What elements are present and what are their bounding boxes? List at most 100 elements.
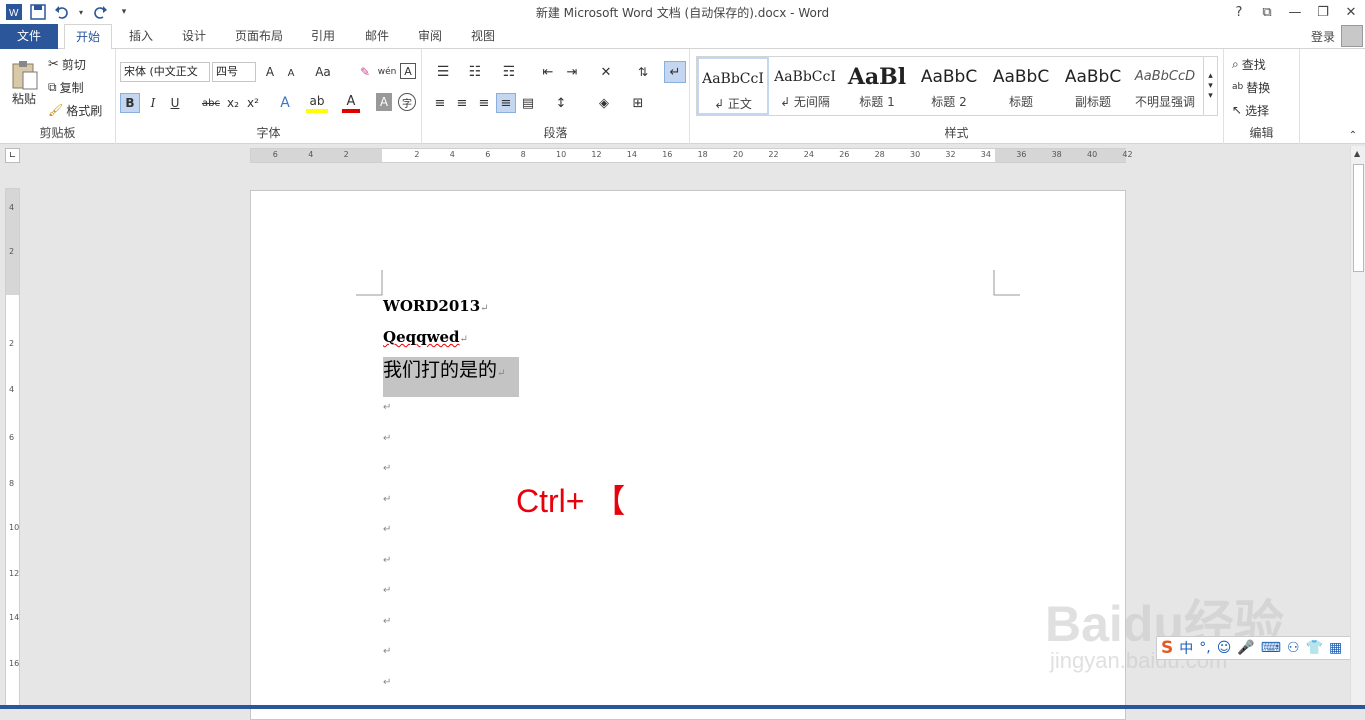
char-shading-icon[interactable]: A	[376, 93, 392, 111]
margin-corner-right	[993, 270, 1020, 296]
style-heading-1[interactable]: AaBl 标题 1	[841, 57, 913, 115]
paste-button[interactable]: 粘贴	[6, 55, 42, 111]
font-color-icon[interactable]: A	[342, 93, 360, 113]
empty-paragraph-mark[interactable]: ↵	[383, 555, 391, 566]
highlight-icon[interactable]: ab	[306, 93, 328, 113]
phonetic-guide-icon[interactable]: wén	[378, 63, 397, 81]
empty-paragraph-mark[interactable]: ↵	[383, 677, 391, 688]
style-normal[interactable]: AaBbCcI ↲ 正文	[697, 57, 769, 115]
tab-selector-icon[interactable]: ∟	[5, 148, 20, 163]
italic-button[interactable]: I	[144, 93, 162, 113]
help-button[interactable]: ?	[1225, 0, 1253, 24]
paragraph-group: ☰ ☷ ☶ ⇤ ⇥ ✕ ⇅ ↵ ≡ ≡ ≡ ≡ ▤ ↕ ◈ ⊞ 段落	[422, 49, 690, 144]
grow-font-button[interactable]: A	[262, 63, 278, 81]
show-marks-icon[interactable]: ↵	[664, 61, 686, 83]
scroll-up-icon[interactable]: ▲	[1354, 149, 1360, 158]
distributed-icon[interactable]: ▤	[518, 93, 538, 113]
empty-paragraph-mark[interactable]: ↵	[383, 585, 391, 596]
select-button[interactable]: ↖ 选择	[1232, 101, 1269, 119]
avatar[interactable]	[1341, 25, 1363, 47]
char-border-icon[interactable]: A	[400, 63, 416, 79]
restore-button[interactable]: ❐	[1309, 0, 1337, 24]
decrease-indent-icon[interactable]: ⇤	[538, 63, 558, 81]
font-name-select[interactable]: 宋体 (中文正文	[120, 62, 210, 82]
align-right-icon[interactable]: ≡	[474, 93, 494, 113]
empty-paragraph-mark[interactable]: ↵	[383, 646, 391, 657]
align-left-icon[interactable]: ≡	[430, 93, 450, 113]
minimize-button[interactable]: —	[1281, 0, 1309, 24]
change-case-button[interactable]: Aa	[312, 63, 334, 81]
close-button[interactable]: ✕	[1337, 0, 1365, 24]
font-size-select[interactable]: 四号	[212, 62, 256, 82]
scroll-thumb[interactable]	[1353, 164, 1364, 272]
underline-button[interactable]: U	[166, 93, 184, 113]
horizontal-ruler[interactable]: 6 4 2 2 4 6 8 10 12 14 16 18 20 22 24 26 28 30 32 34 36 38 40 4…	[250, 148, 1133, 163]
tab-layout[interactable]: 页面布局	[226, 24, 292, 49]
empty-paragraph-mark[interactable]: ↵	[383, 433, 391, 444]
doc-line-1[interactable]: WORD2013↵	[383, 297, 489, 315]
style-no-spacing[interactable]: AaBbCcI ↲ 无间隔	[769, 57, 841, 115]
tab-file[interactable]: 文件	[0, 24, 58, 49]
cut-button[interactable]: ✂ 剪切	[48, 55, 86, 73]
select-label: 选择	[1245, 103, 1270, 118]
clear-format-icon[interactable]: ✎	[356, 63, 374, 81]
tab-home[interactable]: 开始	[64, 24, 112, 50]
style-gallery-scroll-icon[interactable]: ▴ ▾ ▾	[1203, 57, 1217, 115]
ruler-tick-label: 32	[945, 150, 956, 159]
collapse-ribbon-icon[interactable]: ⌃	[1346, 129, 1360, 141]
tab-mailings[interactable]: 邮件	[354, 24, 400, 49]
justify-icon[interactable]: ≡	[496, 93, 516, 113]
numbering-icon[interactable]: ☷	[462, 63, 488, 81]
strikethrough-button[interactable]: abc	[200, 93, 222, 113]
find-button[interactable]: ⌕ 查找	[1232, 55, 1266, 73]
ruler-tick-label: 24	[803, 150, 814, 159]
ime-mode-label: 中	[1179, 641, 1194, 657]
tab-insert[interactable]: 插入	[118, 24, 164, 49]
tab-review[interactable]: 审阅	[407, 24, 453, 49]
align-center-icon[interactable]: ≡	[452, 93, 472, 113]
line-spacing-icon[interactable]: ↕	[548, 93, 574, 113]
paste-icon	[12, 60, 38, 89]
ruler-tick-label: 12	[9, 569, 20, 578]
bullets-icon[interactable]: ☰	[430, 63, 456, 81]
subscript-button[interactable]: x₂	[224, 93, 242, 113]
ruler-tick-label: 10	[9, 523, 20, 532]
text-effects-icon[interactable]: A	[276, 93, 294, 113]
login-link[interactable]: 登录	[1311, 28, 1335, 45]
tab-references[interactable]: 引用	[300, 24, 346, 49]
shrink-font-button[interactable]: A	[284, 65, 298, 81]
style-subtitle[interactable]: AaBbC 副标题	[1057, 57, 1129, 115]
tab-view[interactable]: 视图	[460, 24, 506, 49]
doc-line-2[interactable]: Qeqqwed↵	[383, 328, 468, 346]
window-controls: ? ⧉ — ❐ ✕	[1225, 0, 1365, 24]
style-title-name: 标题	[1008, 95, 1033, 109]
empty-paragraph-mark[interactable]: ↵	[383, 494, 391, 505]
doc-line-3-selected[interactable]: 我们打的是的↵	[383, 357, 519, 397]
shading-icon[interactable]: ◈	[592, 93, 616, 113]
sort-icon[interactable]: ⇅	[634, 63, 652, 81]
style-heading-2[interactable]: AaBbC 标题 2	[913, 57, 985, 115]
style-no-spacing-name: ↲ 无间隔	[780, 95, 830, 109]
style-title[interactable]: AaBbC 标题	[985, 57, 1057, 115]
ruler-tick-label: 8	[520, 150, 526, 159]
empty-paragraph-mark[interactable]: ↵	[383, 402, 391, 413]
ime-toolbar[interactable]: S 中 °, ☺ 🎤 ⌨ ⚇ 👕 ▦	[1156, 636, 1362, 660]
ribbon-display-button[interactable]: ⧉	[1253, 0, 1281, 24]
bold-button[interactable]: B	[120, 93, 140, 113]
increase-indent-icon[interactable]: ⇥	[562, 63, 582, 81]
tab-design[interactable]: 设计	[171, 24, 217, 49]
empty-paragraph-mark[interactable]: ↵	[383, 616, 391, 627]
enclose-char-icon[interactable]: 字	[398, 93, 416, 111]
format-painter-label: 格式刷	[66, 103, 103, 118]
superscript-button[interactable]: x²	[244, 93, 262, 113]
borders-icon[interactable]: ⊞	[626, 93, 650, 113]
vertical-scrollbar[interactable]: ▲	[1350, 146, 1365, 709]
replace-button[interactable]: ab 替换	[1232, 78, 1270, 96]
copy-button[interactable]: ⧉ 复制	[48, 78, 84, 96]
style-subtle-emphasis[interactable]: AaBbCcD 不明显强调	[1129, 57, 1201, 115]
chinese-layout-icon[interactable]: ✕	[592, 63, 620, 81]
empty-paragraph-mark[interactable]: ↵	[383, 463, 391, 474]
format-painter-button[interactable]: 🖌 格式刷	[48, 101, 102, 119]
multilevel-list-icon[interactable]: ☶	[496, 63, 522, 81]
empty-paragraph-mark[interactable]: ↵	[383, 524, 391, 535]
